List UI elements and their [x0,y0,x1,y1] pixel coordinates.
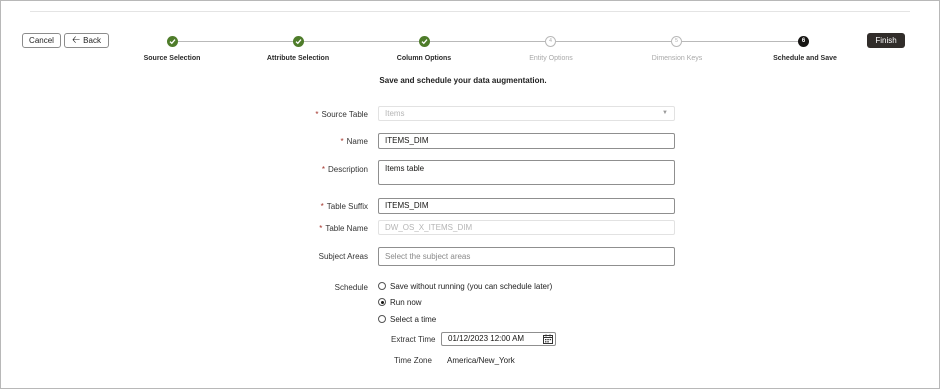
step-connector [304,41,420,42]
subject-areas-label: Subject Areas [318,252,368,261]
back-label: Back [83,36,101,45]
time-zone-value: America/New_York [447,356,515,365]
step-dimension-keys: 5 [671,36,682,47]
time-zone-label: Time Zone [394,356,432,365]
arrow-left-icon: 🡠 [72,35,81,46]
table-name-label: * Table Name [319,224,368,233]
source-table-label: * Source Table [315,110,368,119]
step-label: Entity Options [529,55,573,62]
step-label: Source Selection [143,55,201,62]
step-connector [178,41,294,42]
checkmark-icon [169,39,176,45]
radio-save-without-running[interactable]: Save without running (you can schedule l… [378,282,552,291]
step-entity-options: 4 [545,36,556,47]
required-marker: * [315,110,319,119]
name-input[interactable]: ITEMS_DIM [378,133,675,149]
extract-time-label: Extract Time [391,335,436,344]
table-suffix-label: * Table Suffix [320,202,368,211]
table-name-field: DW_OS_X_ITEMS_DIM [378,220,675,235]
calendar-icon[interactable] [543,334,553,344]
description-textarea[interactable]: Items table [378,160,675,185]
step-connector [682,41,798,42]
step-label: Column Options [396,55,452,62]
step-label: Attribute Selection [266,55,330,62]
source-table-select[interactable]: Items ▼ [378,106,675,121]
step-attribute-selection[interactable] [293,36,304,47]
checkmark-icon [421,39,428,45]
back-button[interactable]: 🡠 Back [64,33,109,48]
required-marker: * [319,224,323,233]
schedule-label: Schedule [334,283,368,292]
radio-run-now[interactable]: Run now [378,298,422,307]
top-divider [30,11,910,12]
required-marker: * [320,202,324,211]
step-label: Schedule and Save [773,55,837,62]
radio-button[interactable] [378,315,386,323]
required-marker: * [340,137,344,146]
step-column-options[interactable] [419,36,430,47]
required-marker: * [321,165,325,174]
name-label: * Name [340,137,368,146]
radio-button-checked[interactable] [378,298,386,306]
chevron-down-icon: ▼ [662,110,668,116]
page-subtitle: Save and schedule your data augmentation… [379,76,547,85]
radio-select-a-time[interactable]: Select a time [378,315,436,324]
extract-time-input[interactable]: 01/12/2023 12:00 AM [441,332,556,346]
step-schedule-and-save[interactable]: 6 [798,36,809,47]
step-connector [430,41,546,42]
cancel-button[interactable]: Cancel [22,33,61,48]
checkmark-icon [295,39,302,45]
finish-button[interactable]: Finish [867,33,905,48]
step-label: Dimension Keys [651,55,703,62]
radio-button[interactable] [378,282,386,290]
step-source-selection[interactable] [167,36,178,47]
subject-areas-input[interactable]: Select the subject areas [378,247,675,266]
step-connector [556,41,672,42]
table-suffix-input[interactable]: ITEMS_DIM [378,198,675,214]
description-label: * Description [321,165,368,174]
